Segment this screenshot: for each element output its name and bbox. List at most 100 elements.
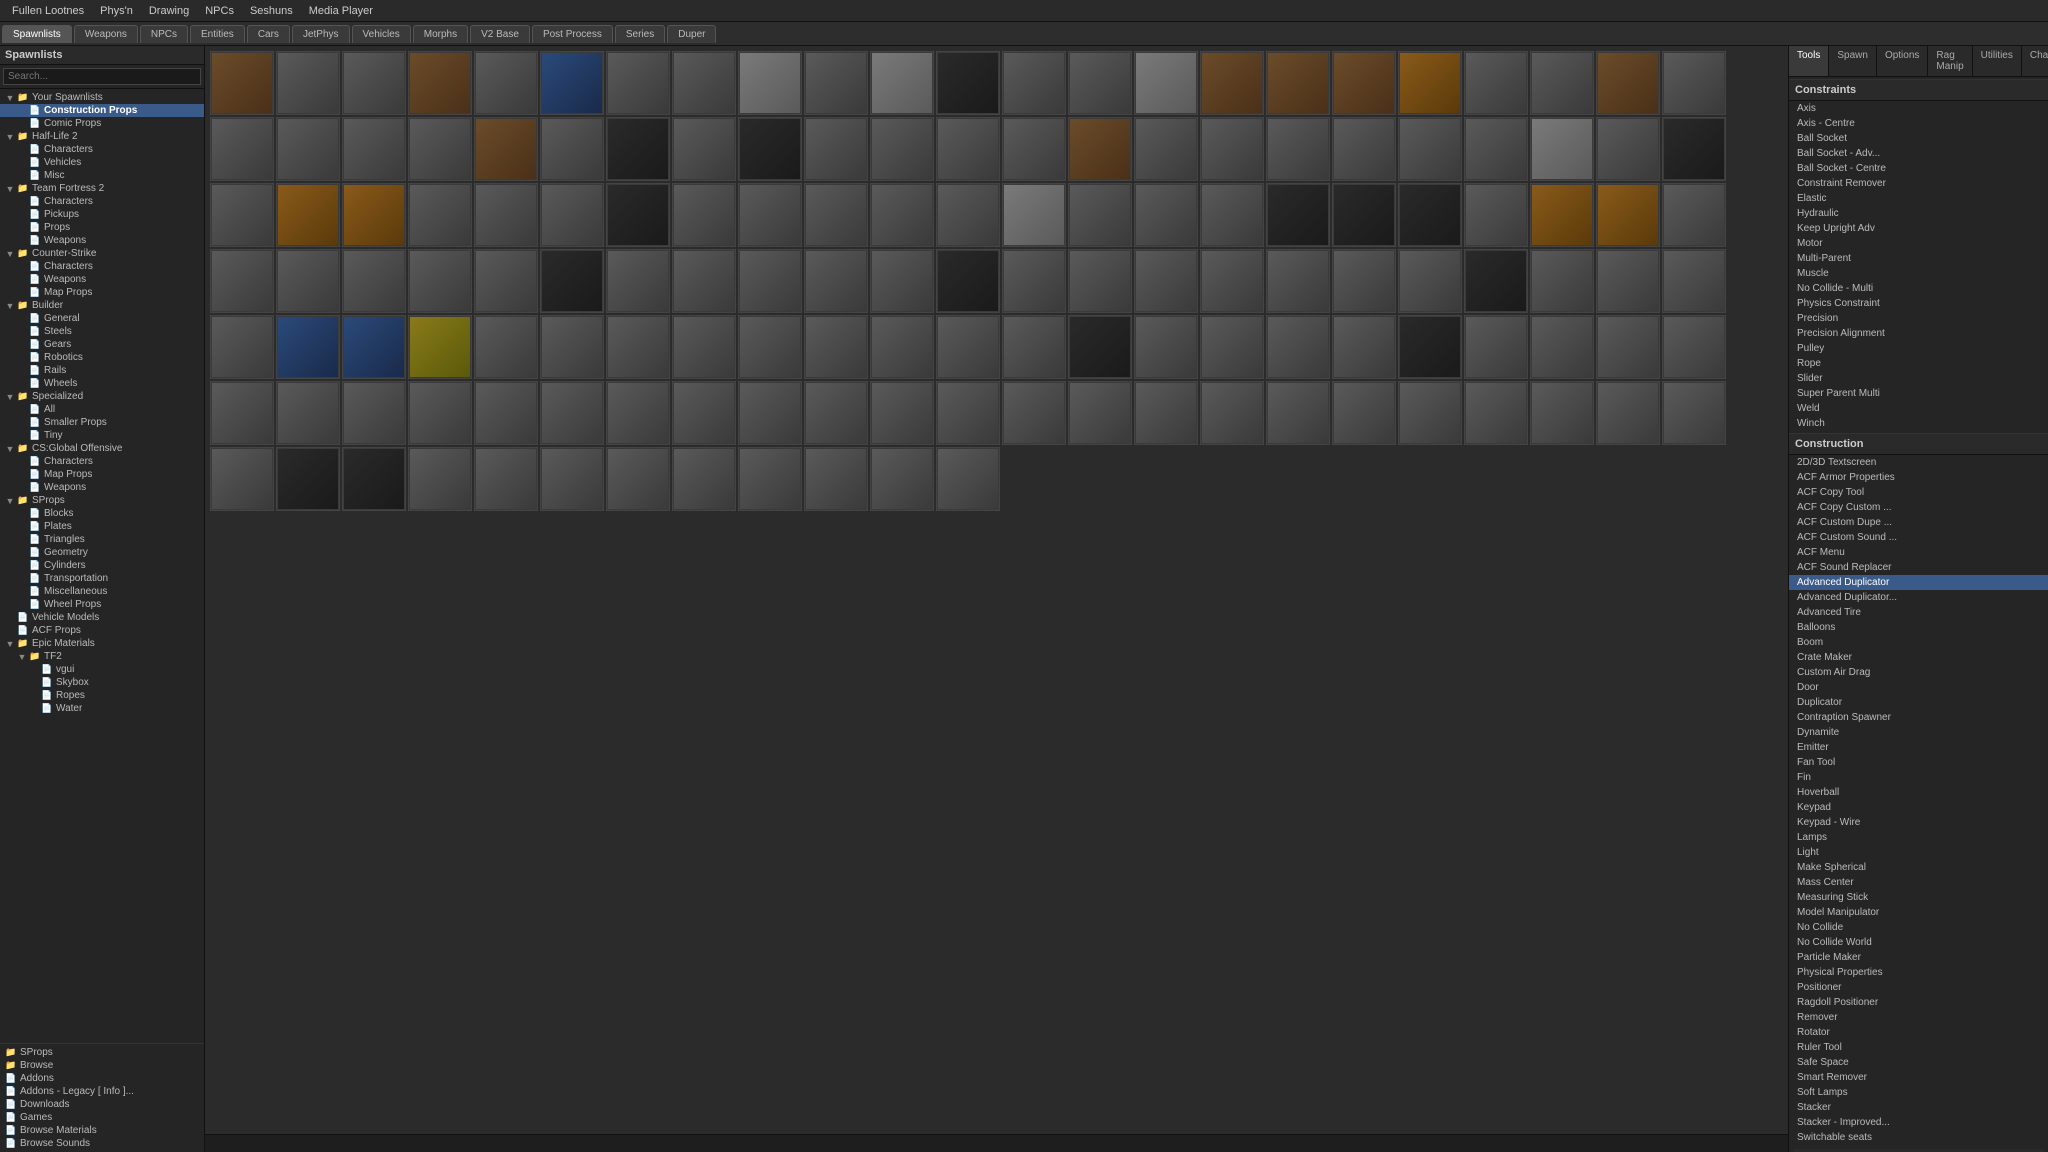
grid-item-97[interactable] xyxy=(540,315,604,379)
grid-item-105[interactable] xyxy=(1068,315,1132,379)
construction-smart-remover[interactable]: Smart Remover xyxy=(1789,1070,2048,1085)
grid-item-107[interactable] xyxy=(1200,315,1264,379)
grid-item-72[interactable] xyxy=(408,249,472,313)
grid-item-85[interactable] xyxy=(1266,249,1330,313)
tree-item-builder-rails[interactable]: 📄Rails xyxy=(0,364,204,377)
grid-item-6[interactable] xyxy=(606,51,670,115)
grid-item-41[interactable] xyxy=(1398,117,1462,181)
grid-item-90[interactable] xyxy=(1596,249,1660,313)
grid-item-74[interactable] xyxy=(540,249,604,313)
bottom-tree-item-browse-materials[interactable]: 📄Browse Materials xyxy=(0,1124,204,1137)
constraint-axis[interactable]: Axis xyxy=(1789,101,2048,116)
tree-item-sprops-misc[interactable]: 📄Miscellaneous xyxy=(0,585,204,598)
grid-item-3[interactable] xyxy=(408,51,472,115)
grid-item-25[interactable] xyxy=(342,117,406,181)
construction-no-collide[interactable]: No Collide xyxy=(1789,920,2048,935)
tree-item-ropes[interactable]: 📄Ropes xyxy=(0,689,204,702)
grid-item-24[interactable] xyxy=(276,117,340,181)
grid-item-8[interactable] xyxy=(738,51,802,115)
grid-item-67[interactable] xyxy=(1596,183,1660,247)
tree-item-sprops-wheel[interactable]: 📄Wheel Props xyxy=(0,598,204,611)
grid-item-120[interactable] xyxy=(540,381,604,445)
grid-item-38[interactable] xyxy=(1200,117,1264,181)
grid-item-82[interactable] xyxy=(1068,249,1132,313)
bottom-tree-item-addons-legacy[interactable]: 📄Addons - Legacy [ Info ]... xyxy=(0,1085,204,1098)
grid-item-59[interactable] xyxy=(1068,183,1132,247)
tree-item-cs-weapons[interactable]: 📄Weapons xyxy=(0,273,204,286)
grid-item-62[interactable] xyxy=(1266,183,1330,247)
grid-item-109[interactable] xyxy=(1332,315,1396,379)
grid-item-10[interactable] xyxy=(870,51,934,115)
grid-item-22[interactable] xyxy=(1662,51,1726,115)
grid-item-43[interactable] xyxy=(1530,117,1594,181)
tree-item-csgo-characters[interactable]: 📄Characters xyxy=(0,455,204,468)
tree-item-epic-materials[interactable]: ▼📁Epic Materials xyxy=(0,637,204,650)
tree-item-cs-characters[interactable]: 📄Characters xyxy=(0,260,204,273)
grid-item-13[interactable] xyxy=(1068,51,1132,115)
construction-measuring-stick[interactable]: Measuring Stick xyxy=(1789,890,2048,905)
grid-item-44[interactable] xyxy=(1596,117,1660,181)
grid-item-34[interactable] xyxy=(936,117,1000,181)
grid-item-96[interactable] xyxy=(474,315,538,379)
tree-item-skybox[interactable]: 📄Skybox xyxy=(0,676,204,689)
construction-ragdoll-positioner[interactable]: Ragdoll Positioner xyxy=(1789,995,2048,1010)
grid-item-81[interactable] xyxy=(1002,249,1066,313)
grid-item-137[interactable] xyxy=(1662,381,1726,445)
grid-item-31[interactable] xyxy=(738,117,802,181)
grid-item-29[interactable] xyxy=(606,117,670,181)
grid-item-19[interactable] xyxy=(1464,51,1528,115)
construction-no-collide-world[interactable]: No Collide World xyxy=(1789,935,2048,950)
grid-item-134[interactable] xyxy=(1464,381,1528,445)
tree-item-hl2-misc[interactable]: 📄Misc xyxy=(0,169,204,182)
tab-series[interactable]: Series xyxy=(615,25,665,43)
tree-item-builder[interactable]: ▼📁Builder xyxy=(0,299,204,312)
grid-item-102[interactable] xyxy=(870,315,934,379)
grid-item-133[interactable] xyxy=(1398,381,1462,445)
grid-item-37[interactable] xyxy=(1134,117,1198,181)
bottom-tree-item-addons[interactable]: 📄Addons xyxy=(0,1072,204,1085)
tree-item-spec-smaller[interactable]: 📄Smaller Props xyxy=(0,416,204,429)
tree-item-builder-robotics[interactable]: 📄Robotics xyxy=(0,351,204,364)
tree-item-tf2-sub[interactable]: ▼📁TF2 xyxy=(0,650,204,663)
grid-item-108[interactable] xyxy=(1266,315,1330,379)
tree-item-your-spawnlists[interactable]: ▼📁Your Spawnlists xyxy=(0,91,204,104)
grid-item-1[interactable] xyxy=(276,51,340,115)
grid-item-53[interactable] xyxy=(672,183,736,247)
construction-emitter[interactable]: Emitter xyxy=(1789,740,2048,755)
right-tab-utilities[interactable]: Utilities xyxy=(1973,46,2022,76)
grid-item-142[interactable] xyxy=(474,447,538,511)
constraint-super-parent-multi[interactable]: Super Parent Multi xyxy=(1789,386,2048,401)
grid-item-39[interactable] xyxy=(1266,117,1330,181)
grid-item-71[interactable] xyxy=(342,249,406,313)
grid-item-30[interactable] xyxy=(672,117,736,181)
grid-item-106[interactable] xyxy=(1134,315,1198,379)
construction-make-spherical[interactable]: Make Spherical xyxy=(1789,860,2048,875)
grid-item-139[interactable] xyxy=(276,447,340,511)
construction-particle-maker[interactable]: Particle Maker xyxy=(1789,950,2048,965)
bottom-tree-item-browse-sounds[interactable]: 📄Browse Sounds xyxy=(0,1137,204,1150)
grid-item-143[interactable] xyxy=(540,447,604,511)
constraint-elastic[interactable]: Elastic xyxy=(1789,191,2048,206)
construction-custom-air-drag[interactable]: Custom Air Drag xyxy=(1789,665,2048,680)
construction-stacker-improved[interactable]: Stacker - Improved... xyxy=(1789,1115,2048,1130)
construction-lamps[interactable]: Lamps xyxy=(1789,830,2048,845)
construction-keypad[interactable]: Keypad xyxy=(1789,800,2048,815)
grid-item-88[interactable] xyxy=(1464,249,1528,313)
bottom-tree-item-shops[interactable]: 📁SProps xyxy=(0,1046,204,1059)
grid-item-103[interactable] xyxy=(936,315,1000,379)
right-tab-tools[interactable]: Tools xyxy=(1789,46,1829,76)
tree-item-sprops-plates[interactable]: 📄Plates xyxy=(0,520,204,533)
grid-item-61[interactable] xyxy=(1200,183,1264,247)
tree-item-hl2-characters[interactable]: 📄Characters xyxy=(0,143,204,156)
constraint-motor[interactable]: Motor xyxy=(1789,236,2048,251)
construction-contraption-spawner[interactable]: Contraption Spawner xyxy=(1789,710,2048,725)
grid-item-26[interactable] xyxy=(408,117,472,181)
bottom-tree-item-browse[interactable]: 📁Browse xyxy=(0,1059,204,1072)
grid-item-49[interactable] xyxy=(408,183,472,247)
grid-item-11[interactable] xyxy=(936,51,1000,115)
tree-item-sprops-blocks[interactable]: 📄Blocks xyxy=(0,507,204,520)
bottom-tree-item-games[interactable]: 📄Games xyxy=(0,1111,204,1124)
constraint-rope[interactable]: Rope xyxy=(1789,356,2048,371)
menu-fullen-lootnes[interactable]: Fullen Lootnes xyxy=(4,3,92,19)
grid-item-110[interactable] xyxy=(1398,315,1462,379)
